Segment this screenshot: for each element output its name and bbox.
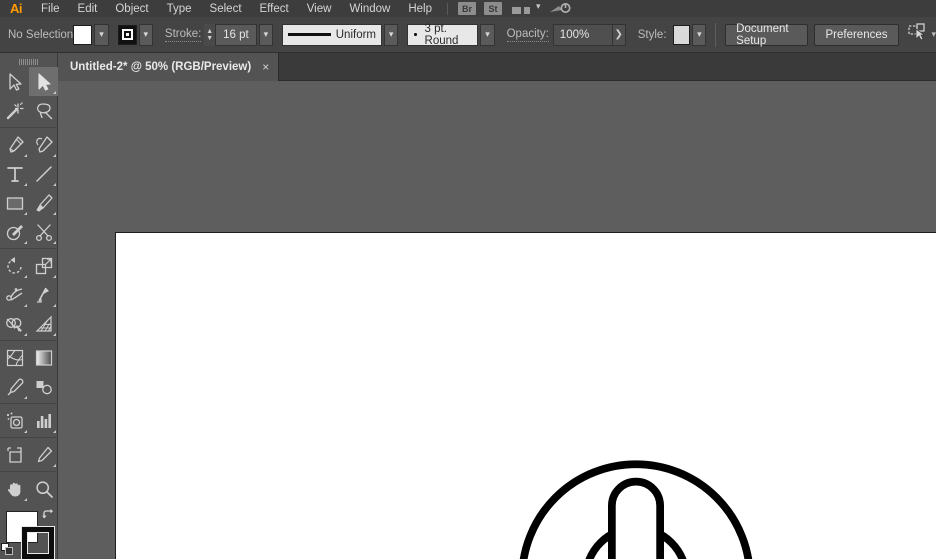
brush-definition-select[interactable]: 3 pt. Round	[407, 24, 478, 46]
blend-tool[interactable]	[29, 372, 58, 401]
column-graph-tool[interactable]	[29, 406, 58, 435]
control-bar-overflow-chevron-icon[interactable]: ▾	[932, 29, 936, 40]
stock-icon[interactable]: St	[484, 2, 502, 15]
fill-swatch-button[interactable]	[73, 25, 92, 45]
stroke-profile-preview-icon	[288, 33, 331, 36]
control-bar-divider	[715, 23, 716, 47]
stroke-weight-input[interactable]: 16 pt	[215, 24, 257, 46]
menubar-divider	[447, 3, 448, 15]
mesh-tool[interactable]	[0, 343, 29, 372]
free-transform-tool[interactable]	[29, 280, 58, 309]
stroke-profile-dropdown-button[interactable]: ▾	[384, 24, 398, 46]
swap-fill-stroke-icon[interactable]	[41, 508, 55, 527]
chevron-down-icon: ▾	[536, 1, 541, 14]
brush-definition-dropdown-button[interactable]: ▾	[480, 24, 494, 46]
menu-window[interactable]: Window	[340, 0, 399, 17]
menu-edit[interactable]: Edit	[69, 0, 107, 17]
slice-tool[interactable]	[29, 440, 58, 469]
logo-artwork[interactable]	[496, 433, 776, 559]
stroke-weight-label: Stroke:	[165, 28, 201, 42]
perspective-grid-tool[interactable]	[29, 309, 58, 338]
shape-builder-tool[interactable]	[0, 309, 29, 338]
stroke-profile-select[interactable]: Uniform	[282, 24, 382, 46]
pen-tool[interactable]	[0, 130, 29, 159]
selection-status: No Selection	[8, 29, 73, 41]
stroke-weight-dropdown-button[interactable]: ▾	[259, 24, 273, 46]
menu-select[interactable]: Select	[201, 0, 251, 17]
lasso-tool[interactable]	[29, 96, 58, 125]
workspace-square-b	[524, 7, 530, 14]
vertical-capsule	[612, 482, 660, 559]
brush-definition-value: 3 pt. Round	[425, 23, 472, 47]
direct-selection-tool[interactable]	[29, 67, 58, 96]
zoom-tool[interactable]	[29, 474, 58, 503]
preferences-button[interactable]: Preferences	[814, 24, 898, 46]
tools-grid	[0, 67, 58, 503]
graphic-style-dropdown-button[interactable]: ▾	[692, 24, 706, 46]
stroke-profile-value: Uniform	[336, 29, 376, 41]
fill-dropdown-button[interactable]: ▾	[94, 24, 108, 46]
opacity-input[interactable]: 100%	[553, 24, 613, 46]
stroke-dropdown-button[interactable]: ▾	[139, 24, 153, 46]
brush-dot-icon	[414, 33, 416, 36]
menu-effect[interactable]: Effect	[251, 0, 298, 17]
opacity-popup-button[interactable]: ❯	[613, 24, 626, 46]
symbol-sprayer-tool[interactable]	[0, 406, 29, 435]
width-tool[interactable]	[0, 280, 29, 309]
tools-separator	[0, 127, 58, 128]
selection-tool[interactable]	[0, 67, 29, 96]
shaper-tool[interactable]	[0, 217, 29, 246]
illustrator-window: Ai File Edit Object Type Select Effect V…	[0, 0, 936, 559]
scale-tool[interactable]	[29, 251, 58, 280]
menu-view[interactable]: View	[298, 0, 341, 17]
paintbrush-tool[interactable]	[29, 188, 58, 217]
stroke-swatch-button[interactable]	[118, 25, 137, 45]
fill-stroke-controls	[0, 507, 58, 559]
eyedropper-tool[interactable]	[0, 372, 29, 401]
bridge-icon[interactable]: Br	[458, 2, 476, 15]
workspace-square-a	[512, 7, 521, 14]
menu-object[interactable]: Object	[106, 0, 157, 17]
document-setup-button[interactable]: Document Setup	[725, 24, 808, 46]
control-bar: No Selection ▾ ▾ Stroke: ▲▼ 16 pt ▾ Unif…	[0, 17, 936, 53]
menu-file[interactable]: File	[32, 0, 69, 17]
artboard[interactable]	[115, 232, 936, 559]
graphic-style-swatch[interactable]	[673, 25, 691, 45]
hand-tool[interactable]	[0, 474, 29, 503]
menu-help[interactable]: Help	[399, 0, 441, 17]
magic-wand-tool[interactable]	[0, 96, 29, 125]
select-similar-objects-icon[interactable]	[908, 23, 928, 46]
scissors-tool[interactable]	[29, 217, 58, 246]
tools-panel	[0, 53, 58, 559]
tool-flyout-indicator	[53, 91, 56, 94]
menu-type[interactable]: Type	[158, 0, 201, 17]
tools-panel-grip[interactable]	[0, 53, 57, 67]
app-logo-icon: Ai	[0, 0, 32, 17]
default-fill-stroke-icon[interactable]	[1, 543, 14, 559]
style-label: Style:	[638, 29, 667, 41]
toolbar-stroke-swatch[interactable]	[22, 527, 54, 559]
type-tool[interactable]	[0, 159, 29, 188]
workspace-switcher-icon[interactable]: ▾	[512, 1, 541, 17]
document-tab-title: Untitled-2* @ 50% (RGB/Preview)	[70, 61, 251, 73]
curvature-tool[interactable]	[29, 130, 58, 159]
menu-bar: Ai File Edit Object Type Select Effect V…	[0, 0, 936, 17]
document-tab[interactable]: Untitled-2* @ 50% (RGB/Preview) ×	[58, 53, 279, 81]
search-adobe-icon[interactable]	[549, 3, 571, 15]
line-segment-tool[interactable]	[29, 159, 58, 188]
gradient-tool[interactable]	[29, 343, 58, 372]
document-tab-bar: Untitled-2* @ 50% (RGB/Preview) ×	[58, 53, 936, 81]
stroke-weight-stepper[interactable]: ▲▼	[204, 24, 215, 46]
rectangle-tool[interactable]	[0, 188, 29, 217]
artboard-tool[interactable]	[0, 440, 29, 469]
canvas-area[interactable]	[58, 81, 936, 559]
opacity-label: Opacity:	[507, 28, 549, 42]
close-icon[interactable]: ×	[262, 61, 269, 73]
rotate-tool[interactable]	[0, 251, 29, 280]
